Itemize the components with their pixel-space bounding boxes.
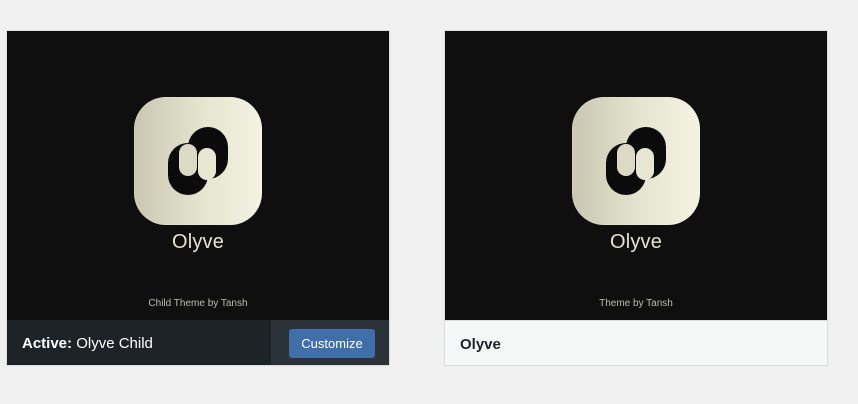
theme-byline: Theme by Tansh	[599, 298, 673, 309]
theme-screenshot[interactable]: Olyve Child Theme by Tansh	[7, 31, 389, 320]
olyve-logo-icon	[134, 97, 262, 225]
theme-card-olyve-child[interactable]: Olyve Child Theme by Tansh Active: Olyve…	[6, 30, 390, 366]
theme-byline: Child Theme by Tansh	[148, 298, 248, 309]
theme-card-olyve[interactable]: Olyve Theme by Tansh Olyve	[444, 30, 828, 366]
theme-screenshot[interactable]: Olyve Theme by Tansh	[445, 31, 827, 320]
theme-name: Olyve	[460, 336, 501, 353]
olyve-logo-mark	[168, 127, 228, 195]
customize-button[interactable]: Customize	[289, 329, 375, 358]
theme-actions: Customize	[271, 320, 389, 365]
theme-name-text: Olyve Child	[76, 335, 153, 352]
theme-wordmark: Olyve	[171, 231, 225, 253]
theme-wordmark: Olyve	[609, 231, 663, 253]
active-label: Active:	[22, 335, 73, 352]
theme-name: Active: Olyve Child	[22, 320, 153, 365]
themes-grid: Olyve Child Theme by Tansh Active: Olyve…	[0, 0, 858, 404]
olyve-logo-mark	[606, 127, 666, 195]
theme-name-bar: Active: Olyve Child Customize	[7, 320, 389, 365]
theme-name-bar: Olyve	[445, 320, 827, 365]
olyve-logo-icon	[572, 97, 700, 225]
